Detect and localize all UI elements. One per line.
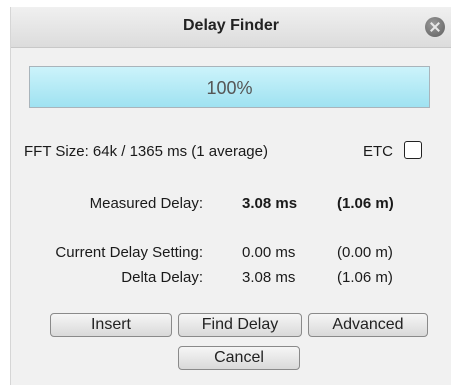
find-delay-button[interactable]: Find Delay <box>178 313 302 337</box>
etc-checkbox[interactable] <box>404 141 422 159</box>
measured-delay-label: Measured Delay: <box>89 195 203 212</box>
measured-delay-ms: 3.08 ms <box>242 195 298 212</box>
cancel-button[interactable]: Cancel <box>178 346 300 370</box>
delta-delay-label: Delta Delay: <box>121 269 203 286</box>
progress-text: 100% <box>206 78 253 98</box>
close-icon[interactable] <box>425 17 445 37</box>
insert-button[interactable]: Insert <box>50 313 172 337</box>
measured-delay-m: (1.06 m) <box>337 195 394 212</box>
advanced-button[interactable]: Advanced <box>308 313 428 337</box>
fft-size-info: FFT Size: 64k / 1365 ms (1 average) <box>24 143 268 160</box>
dialog-title: Delay Finder <box>182 17 280 34</box>
delay-finder-dialog: Delay Finder 100% FFT Size: 64k / 1365 m… <box>10 7 451 385</box>
title-bar[interactable]: Delay Finder <box>11 7 451 48</box>
current-delay-m: (0.00 m) <box>337 244 393 261</box>
current-delay-ms: 0.00 ms <box>242 244 296 261</box>
etc-label: ETC <box>363 143 393 160</box>
delta-delay-ms: 3.08 ms <box>242 269 296 286</box>
progress-bar: 100% <box>29 66 430 108</box>
delta-delay-m: (1.06 m) <box>337 269 393 286</box>
current-delay-label: Current Delay Setting: <box>55 244 203 261</box>
